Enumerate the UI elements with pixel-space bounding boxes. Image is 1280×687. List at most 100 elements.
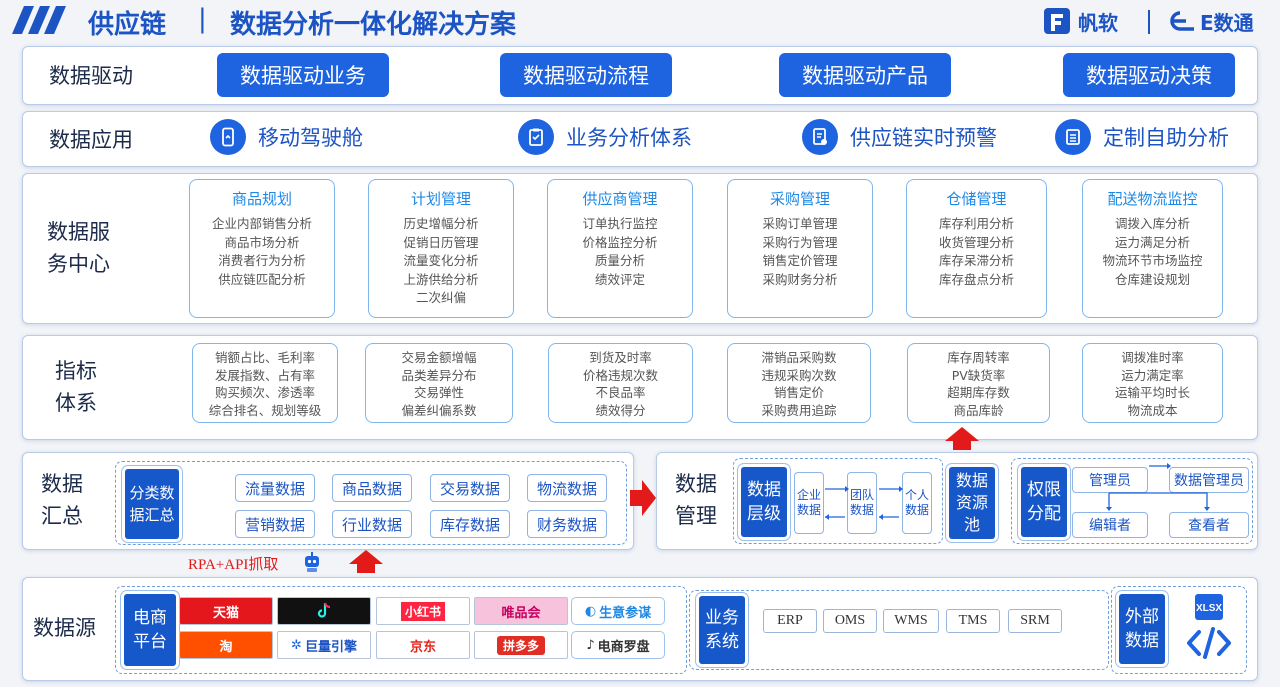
data-summary-panel: 数据 汇总 分类数 据汇总 流量数据 商品数据 交易数据 物流数据 营销数据 行业数… [22, 452, 634, 550]
fanruan-logo: 帆软 [1042, 6, 1118, 36]
svg-text:XLSX: XLSX [1196, 603, 1222, 614]
data-management-label: 数据 管理 [675, 472, 717, 528]
external-data-block: 外部 数据 [1119, 594, 1165, 664]
data-app-label: 数据应用 [49, 128, 133, 152]
tag-industry-data[interactable]: 行业数据 [332, 510, 412, 538]
metric-card-2[interactable]: 交易金额增幅 品类差异分布 交易弹性 偏差纠偏系数 [365, 343, 513, 423]
platform-jd[interactable]: 京东 [376, 631, 470, 659]
permission-allocation-block: 权限 分配 [1021, 467, 1067, 537]
data-management-panel: 数据 管理 数据 层级 企业 数据 团队 数据 个人 数据 数据 资源池 权限 分配 管理员 … [656, 452, 1258, 550]
logo-divider [1148, 10, 1150, 34]
arrow-up-to-metrics-stem [953, 440, 971, 450]
clipboard-icon [529, 128, 543, 146]
drive-business-button[interactable]: 数据驱动业务 [217, 53, 389, 97]
platform-tmall[interactable]: 天猫 [179, 597, 273, 625]
service-card-plan-management[interactable]: 计划管理 历史增幅分析 促销日历管理 流量变化分析 上游供给分析 二次纠偏 [368, 179, 514, 318]
tag-marketing-data[interactable]: 营销数据 [235, 510, 315, 538]
data-source-label: 数据源 [33, 616, 96, 640]
slash-decoration-icon [12, 6, 66, 34]
system-wms[interactable]: WMS [883, 609, 939, 633]
tag-logistics-data[interactable]: 物流数据 [527, 474, 607, 502]
platform-taobao[interactable]: 淘 [179, 631, 273, 659]
metrics-label: 指标 体系 [55, 359, 97, 415]
platform-oceanengine[interactable]: ✲ 巨量引擎 [277, 631, 371, 659]
metric-card-5[interactable]: 库存周转率 PV缺货率 超期库存数 商品库龄 [907, 343, 1050, 423]
service-card-warehouse-management[interactable]: 仓储管理 库存利用分析 收货管理分析 库存呆滞分析 库存盘点分析 [906, 179, 1047, 318]
data-app-row: 数据应用 移动驾驶舱 业务分析体系 供应链实时预警 定制自助分析 [22, 111, 1258, 167]
app-mobile-cockpit[interactable]: 移动驾驶舱 [210, 119, 363, 155]
header-title-left: 供应链 [88, 10, 167, 40]
platform-vipshop[interactable]: 唯品会 [474, 597, 568, 625]
data-drive-label: 数据驱动 [49, 64, 133, 88]
app-custom-analysis[interactable]: 定制自助分析 [1055, 119, 1229, 155]
header-separator: | [198, 4, 207, 34]
app-alert-label: 供应链实时预警 [850, 126, 997, 150]
fanruan-logo-icon [1044, 8, 1070, 34]
enterprise-data-node[interactable]: 企业 数据 [794, 472, 824, 534]
drive-decision-button[interactable]: 数据驱动决策 [1063, 53, 1235, 97]
douyin-icon [278, 598, 370, 624]
list-icon [1066, 129, 1080, 145]
data-drive-row: 数据驱动 数据驱动业务 数据驱动流程 数据驱动产品 数据驱动决策 [22, 46, 1258, 105]
system-tms[interactable]: TMS [946, 609, 1000, 633]
ecommerce-platform-block: 电商 平台 [124, 594, 176, 666]
service-card-product-planning[interactable]: 商品规划 企业内部销售分析 商品市场分析 消费者行为分析 供应链匹配分析 [189, 179, 335, 318]
tag-transaction-data[interactable]: 交易数据 [430, 474, 510, 502]
tag-inventory-data[interactable]: 库存数据 [430, 510, 510, 538]
logo1-text: 帆软 [1078, 10, 1118, 35]
xlsx-file-icon: XLSX [1195, 594, 1223, 620]
mobile-icon [222, 127, 234, 147]
level-flow-arrows-icon [825, 486, 903, 520]
system-oms[interactable]: OMS [823, 609, 877, 633]
tag-finance-data[interactable]: 财务数据 [527, 510, 607, 538]
app-business-analysis[interactable]: 业务分析体系 [518, 119, 692, 155]
metric-card-1[interactable]: 销额占比、毛利率 发展指数、占有率 购买频次、渗透率 综合排名、规划等级 [192, 343, 338, 423]
tag-traffic-data[interactable]: 流量数据 [235, 474, 315, 502]
arrow-up-to-summary-stem [357, 563, 375, 573]
platform-pinduoduo[interactable]: 拼多多 [474, 631, 568, 659]
alert-doc-icon [813, 128, 827, 145]
service-card-logistics-monitoring[interactable]: 配送物流监控 调拨入库分析 运力满足分析 物流环节市场监控 仓库建设规划 [1082, 179, 1223, 318]
arrow-up-to-metrics-icon [945, 427, 979, 441]
service-card-supplier-management[interactable]: 供应商管理 订单执行监控 价格监控分析 质量分析 绩效评定 [547, 179, 693, 318]
eshutong-logo-icon [1170, 11, 1194, 31]
header-title: 数据分析一体化解决方案 [230, 10, 517, 40]
metrics-row: 指标 体系 销额占比、毛利率 发展指数、占有率 购买频次、渗透率 综合排名、规划等级 交… [22, 335, 1258, 440]
app-realtime-alert[interactable]: 供应链实时预警 [802, 119, 997, 155]
robot-icon [305, 552, 319, 572]
data-level-block: 数据 层级 [741, 467, 787, 537]
arrow-up-to-summary-icon [349, 550, 383, 564]
rpa-label: RPA+API抓取 [188, 557, 279, 573]
data-service-label: 数据服 务中心 [47, 220, 110, 276]
arrow-right-icon [630, 480, 656, 516]
tag-product-data[interactable]: 商品数据 [332, 474, 412, 502]
business-system-block: 业务 系统 [699, 596, 745, 664]
classified-summary-block: 分类数 据汇总 [125, 469, 179, 539]
platform-xiaohongshu[interactable]: 小红书 [376, 597, 470, 625]
eshutong-logo: E数通 [1160, 6, 1254, 36]
platform-douyin[interactable] [277, 597, 371, 625]
data-source-row: 数据源 电商 平台 天猫 小红书 唯品会 ◐ 生意参谋 淘 ✲ 巨量引擎 京东 拼多多… [22, 577, 1258, 681]
platform-shengyi-canmou[interactable]: ◐ 生意参谋 [571, 597, 665, 625]
app-business-label: 业务分析体系 [566, 126, 692, 150]
app-custom-label: 定制自助分析 [1103, 126, 1229, 150]
system-erp[interactable]: ERP [763, 609, 817, 633]
app-mobile-label: 移动驾驶舱 [258, 126, 363, 150]
data-resource-pool-block: 数据 资源池 [949, 467, 995, 539]
metric-card-3[interactable]: 到货及时率 价格违规次数 不良品率 绩效得分 [548, 343, 693, 423]
service-card-purchase-management[interactable]: 采购管理 采购订单管理 采购行为管理 销售定价管理 采购财务分析 [727, 179, 873, 318]
system-srm[interactable]: SRM [1008, 609, 1062, 633]
page-header: 供应链 | 数据分析一体化解决方案 帆软 E数通 [0, 0, 1280, 44]
code-icon [1187, 627, 1231, 659]
role-editor[interactable]: 编辑者 [1072, 512, 1148, 538]
role-flow-arrows-icon [1106, 463, 1210, 511]
data-service-row: 数据服 务中心 商品规划 企业内部销售分析 商品市场分析 消费者行为分析 供应链匹配分析… [22, 173, 1258, 324]
personal-data-node[interactable]: 个人 数据 [902, 472, 932, 534]
data-summary-label: 数据 汇总 [41, 472, 83, 528]
metric-card-6[interactable]: 调拨准时率 运力满定率 运输平均时长 物流成本 [1082, 343, 1223, 423]
drive-process-button[interactable]: 数据驱动流程 [500, 53, 672, 97]
role-viewer[interactable]: 查看者 [1169, 512, 1249, 538]
platform-compass[interactable]: ♪ 电商罗盘 [571, 631, 665, 659]
drive-product-button[interactable]: 数据驱动产品 [779, 53, 951, 97]
metric-card-4[interactable]: 滞销品采购数 违规采购次数 销售定价 采购费用追踪 [727, 343, 871, 423]
